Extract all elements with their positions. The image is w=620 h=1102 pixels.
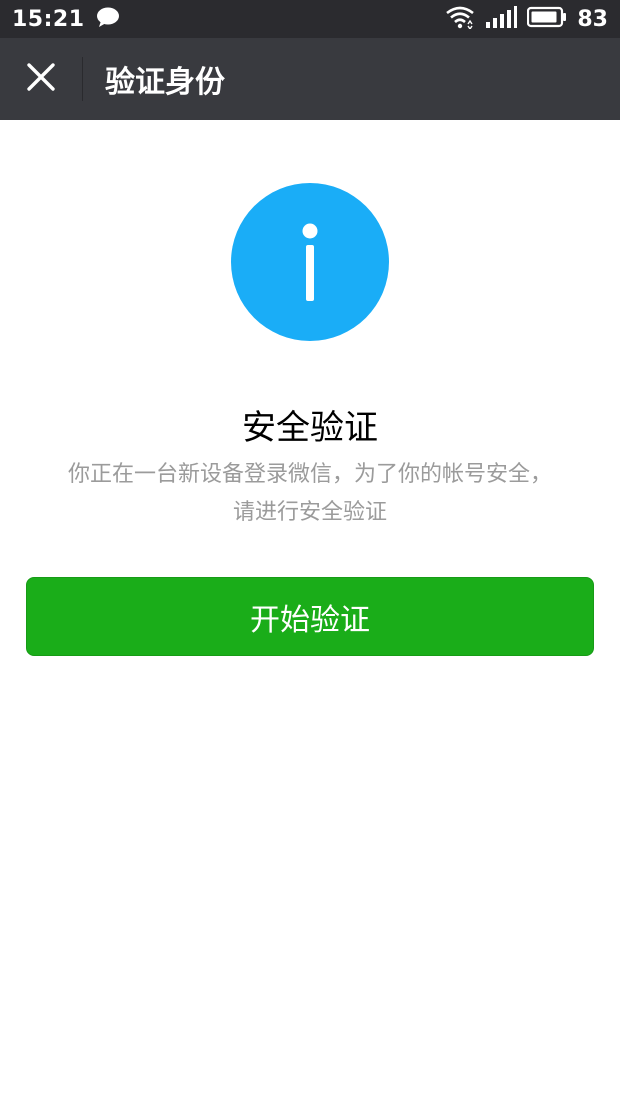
security-description: 你正在一台新设备登录微信，为了你的帐号安全， 请进行安全验证 bbox=[30, 456, 590, 532]
description-line-2: 请进行安全验证 bbox=[232, 500, 387, 525]
signal-icon bbox=[485, 6, 518, 32]
wifi-icon bbox=[445, 5, 475, 33]
chat-bubble-icon bbox=[95, 6, 121, 32]
page-title: 验证身份 bbox=[105, 65, 225, 100]
description-line-1: 你正在一台新设备登录微信，为了你的帐号安全， bbox=[67, 462, 552, 487]
navigation-bar: 验证身份 bbox=[0, 38, 620, 120]
main-content: 安全验证 你正在一台新设备登录微信，为了你的帐号安全， 请进行安全验证 开始验证 bbox=[0, 120, 620, 1102]
status-bar: 15:21 83 bbox=[0, 0, 620, 38]
battery-icon bbox=[527, 6, 567, 32]
start-verification-button[interactable]: 开始验证 bbox=[26, 577, 594, 656]
status-bar-left: 15:21 bbox=[12, 6, 121, 32]
status-time: 15:21 bbox=[12, 6, 85, 32]
status-bar-right: 83 bbox=[445, 5, 608, 33]
security-heading: 安全验证 bbox=[242, 408, 378, 448]
close-button[interactable] bbox=[0, 38, 82, 120]
nav-divider bbox=[82, 57, 83, 101]
close-icon bbox=[26, 62, 56, 96]
battery-percent: 83 bbox=[577, 6, 608, 32]
info-icon bbox=[231, 183, 389, 341]
